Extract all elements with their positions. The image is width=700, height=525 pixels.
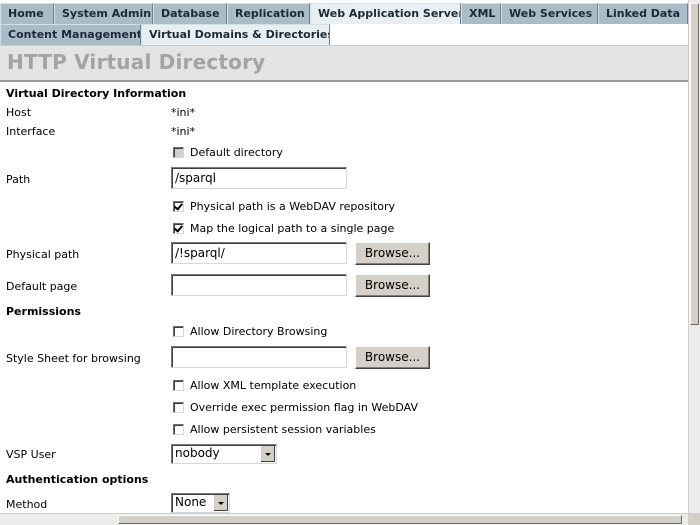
- tab-database[interactable]: Database: [153, 3, 227, 24]
- allow-session-variables-label: Allow persistent session variables: [190, 423, 376, 436]
- horizontal-scrollbar[interactable]: [0, 513, 688, 525]
- section-authentication: Authentication options: [6, 473, 149, 486]
- webdav-label: Physical path is a WebDAV repository: [190, 200, 395, 213]
- default-directory-checkbox[interactable]: Default directory: [173, 146, 283, 159]
- host-label: Host: [6, 106, 32, 119]
- tab-linked-data[interactable]: Linked Data: [598, 3, 688, 24]
- physical-path-input[interactable]: [171, 242, 347, 264]
- default-page-browse-button[interactable]: Browse...: [355, 274, 430, 297]
- allow-xml-template-label: Allow XML template execution: [190, 379, 357, 392]
- tab-xml[interactable]: XML: [461, 3, 501, 24]
- tab-system-admin[interactable]: System Admin: [54, 3, 153, 24]
- stylesheet-browse-button[interactable]: Browse...: [355, 346, 430, 369]
- tab-replication[interactable]: Replication: [227, 3, 310, 24]
- map-single-page-label: Map the logical path to a single page: [190, 222, 395, 235]
- method-select[interactable]: None: [171, 493, 230, 513]
- physical-path-browse-button[interactable]: Browse...: [355, 242, 430, 265]
- allow-directory-browsing-label: Allow Directory Browsing: [190, 325, 328, 338]
- sub-nav: Content Management Virtual Domains & Dir…: [0, 24, 688, 45]
- vsp-user-select[interactable]: nobody: [171, 444, 277, 464]
- map-single-page-checkbox[interactable]: Map the logical path to a single page: [173, 222, 394, 235]
- page-title-bar: HTTP Virtual Directory: [0, 45, 688, 80]
- default-directory-label: Default directory: [190, 146, 283, 159]
- path-label: Path: [6, 173, 31, 186]
- chevron-down-icon[interactable]: [260, 446, 275, 462]
- webdav-box[interactable]: [173, 201, 184, 212]
- title-divider: [0, 80, 688, 82]
- stylesheet-label: Style Sheet for browsing: [6, 352, 141, 365]
- vertical-scrollbar[interactable]: [688, 0, 700, 513]
- horizontal-scroll-thumb[interactable]: [118, 515, 682, 524]
- method-label: Method: [6, 498, 48, 511]
- tab-web-application-server[interactable]: Web Application Server: [310, 3, 461, 24]
- method-value: None: [175, 495, 207, 509]
- tab-web-services[interactable]: Web Services: [501, 3, 598, 24]
- tab-virtual-domains[interactable]: Virtual Domains & Directories: [141, 24, 330, 45]
- default-directory-box[interactable]: [173, 147, 184, 158]
- allow-xml-template-box[interactable]: [173, 380, 184, 391]
- scrollbar-corner: [688, 513, 700, 525]
- override-exec-label: Override exec permission flag in WebDAV: [190, 401, 418, 414]
- vertical-scroll-thumb[interactable]: [690, 3, 699, 325]
- tab-content-management[interactable]: Content Management: [0, 24, 141, 45]
- vsp-user-value: nobody: [175, 446, 220, 460]
- override-exec-checkbox[interactable]: Override exec permission flag in WebDAV: [173, 401, 418, 414]
- map-single-page-box[interactable]: [173, 223, 184, 234]
- allow-session-variables-checkbox[interactable]: Allow persistent session variables: [173, 423, 376, 436]
- physical-path-label: Physical path: [6, 248, 80, 261]
- interface-value: *ini*: [171, 125, 196, 138]
- override-exec-box[interactable]: [173, 402, 184, 413]
- webdav-checkbox[interactable]: Physical path is a WebDAV repository: [173, 200, 395, 213]
- allow-xml-template-checkbox[interactable]: Allow XML template execution: [173, 379, 356, 392]
- default-page-input[interactable]: [171, 274, 347, 296]
- chevron-down-icon[interactable]: [213, 495, 228, 511]
- stylesheet-input[interactable]: [171, 346, 347, 368]
- tab-home[interactable]: Home: [0, 3, 54, 24]
- interface-label: Interface: [6, 125, 56, 138]
- allow-directory-browsing-box[interactable]: [173, 326, 184, 337]
- allow-session-variables-box[interactable]: [173, 424, 184, 435]
- default-page-label: Default page: [6, 280, 78, 293]
- path-input[interactable]: [171, 167, 347, 189]
- page-title: HTTP Virtual Directory: [7, 50, 266, 74]
- section-virtual-directory-info: Virtual Directory Information: [6, 87, 187, 100]
- page-viewport: Home System Admin Database Replication W…: [0, 0, 688, 513]
- host-value: *ini*: [171, 106, 196, 119]
- allow-directory-browsing-checkbox[interactable]: Allow Directory Browsing: [173, 325, 327, 338]
- section-permissions: Permissions: [6, 305, 81, 318]
- main-nav: Home System Admin Database Replication W…: [0, 3, 688, 24]
- vsp-user-label: VSP User: [6, 448, 56, 461]
